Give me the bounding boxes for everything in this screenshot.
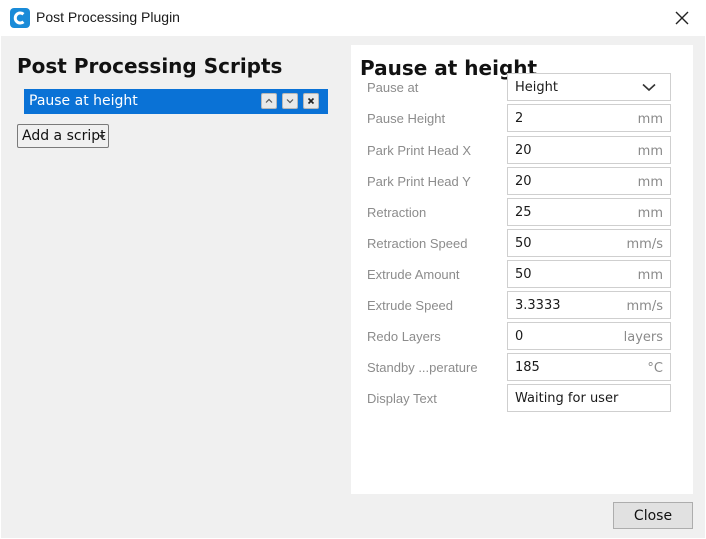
field-unit: mm <box>637 144 663 159</box>
field-value: Waiting for user <box>515 391 619 406</box>
park-print-head-y-input[interactable]: 20 mm <box>507 167 671 195</box>
setting-row: Extrude Speed 3.3333 mm/s <box>351 291 693 319</box>
park-print-head-x-input[interactable]: 20 mm <box>507 136 671 164</box>
field-unit: °C <box>647 361 663 376</box>
field-unit: mm/s <box>626 237 663 252</box>
redo-layers-input[interactable]: 0 layers <box>507 322 671 350</box>
cura-logo-icon <box>10 8 30 28</box>
remove-icon <box>307 97 315 105</box>
field-unit: mm/s <box>626 299 663 314</box>
setting-label: Retraction Speed <box>367 236 468 251</box>
setting-row-pause-at: Pause at Height <box>351 73 693 101</box>
field-value: 20 <box>515 174 532 189</box>
field-value: 0 <box>515 329 524 344</box>
field-unit: mm <box>637 268 663 283</box>
script-item-pause-at-height[interactable]: Pause at height <box>24 89 328 114</box>
field-value: 2 <box>515 111 524 126</box>
setting-label: Display Text <box>367 391 437 406</box>
retraction-speed-input[interactable]: 50 mm/s <box>507 229 671 257</box>
setting-row: Pause Height 2 mm <box>351 104 693 132</box>
setting-label: Redo Layers <box>367 329 441 344</box>
setting-row: Park Print Head X 20 mm <box>351 136 693 164</box>
dropdown-caret-icon <box>99 135 105 139</box>
window-title: Post Processing Plugin <box>36 9 180 25</box>
pause-at-select[interactable]: Height <box>507 73 671 101</box>
extrude-amount-input[interactable]: 50 mm <box>507 260 671 288</box>
setting-label: Extrude Speed <box>367 298 454 313</box>
move-down-button[interactable] <box>282 93 298 109</box>
field-value: 50 <box>515 236 532 251</box>
standby-temperature-input[interactable]: 185 °C <box>507 353 671 381</box>
retraction-input[interactable]: 25 mm <box>507 198 671 226</box>
setting-row: Redo Layers 0 layers <box>351 322 693 350</box>
field-unit: mm <box>637 175 663 190</box>
select-value: Height <box>515 80 558 95</box>
setting-label: Extrude Amount <box>367 267 460 282</box>
add-script-label: Add a script <box>22 128 106 144</box>
extrude-speed-input[interactable]: 3.3333 mm/s <box>507 291 671 319</box>
move-up-button[interactable] <box>261 93 277 109</box>
setting-row: Display Text Waiting for user <box>351 384 693 412</box>
remove-script-button[interactable] <box>303 93 319 109</box>
field-unit: mm <box>637 112 663 127</box>
setting-label: Pause at <box>367 80 419 95</box>
setting-label: Pause Height <box>367 111 446 126</box>
setting-label: Park Print Head Y <box>367 174 471 189</box>
chevron-up-icon <box>265 98 273 103</box>
close-button-label: Close <box>633 508 673 524</box>
close-button[interactable]: Close <box>613 502 693 529</box>
field-value: 20 <box>515 143 532 158</box>
field-value: 185 <box>515 360 540 375</box>
setting-label: Standby ...perature <box>367 360 478 375</box>
scripts-heading: Post Processing Scripts <box>17 54 283 78</box>
add-script-button[interactable]: Add a script <box>17 124 109 148</box>
display-text-input[interactable]: Waiting for user <box>507 384 671 412</box>
field-value: 50 <box>515 267 532 282</box>
dialog-body: Post Processing Scripts Pause at height … <box>1 36 705 538</box>
setting-label: Park Print Head X <box>367 143 472 158</box>
field-value: 3.3333 <box>515 298 561 313</box>
close-icon[interactable] <box>672 8 692 28</box>
pause-height-input[interactable]: 2 mm <box>507 104 671 132</box>
script-item-label: Pause at height <box>29 93 138 109</box>
chevron-down-icon <box>286 99 294 104</box>
setting-label: Retraction <box>367 205 427 220</box>
setting-row: Standby ...perature 185 °C <box>351 353 693 381</box>
title-bar: Post Processing Plugin <box>0 0 706 36</box>
setting-row: Retraction 25 mm <box>351 198 693 226</box>
settings-panel: Pause at height Pause at Height Pause He… <box>351 45 693 494</box>
setting-row: Park Print Head Y 20 mm <box>351 167 693 195</box>
setting-row: Retraction Speed 50 mm/s <box>351 229 693 257</box>
field-unit: mm <box>637 206 663 221</box>
chevron-down-icon <box>642 83 656 92</box>
field-value: 25 <box>515 205 532 220</box>
setting-row: Extrude Amount 50 mm <box>351 260 693 288</box>
field-unit: layers <box>623 330 663 345</box>
